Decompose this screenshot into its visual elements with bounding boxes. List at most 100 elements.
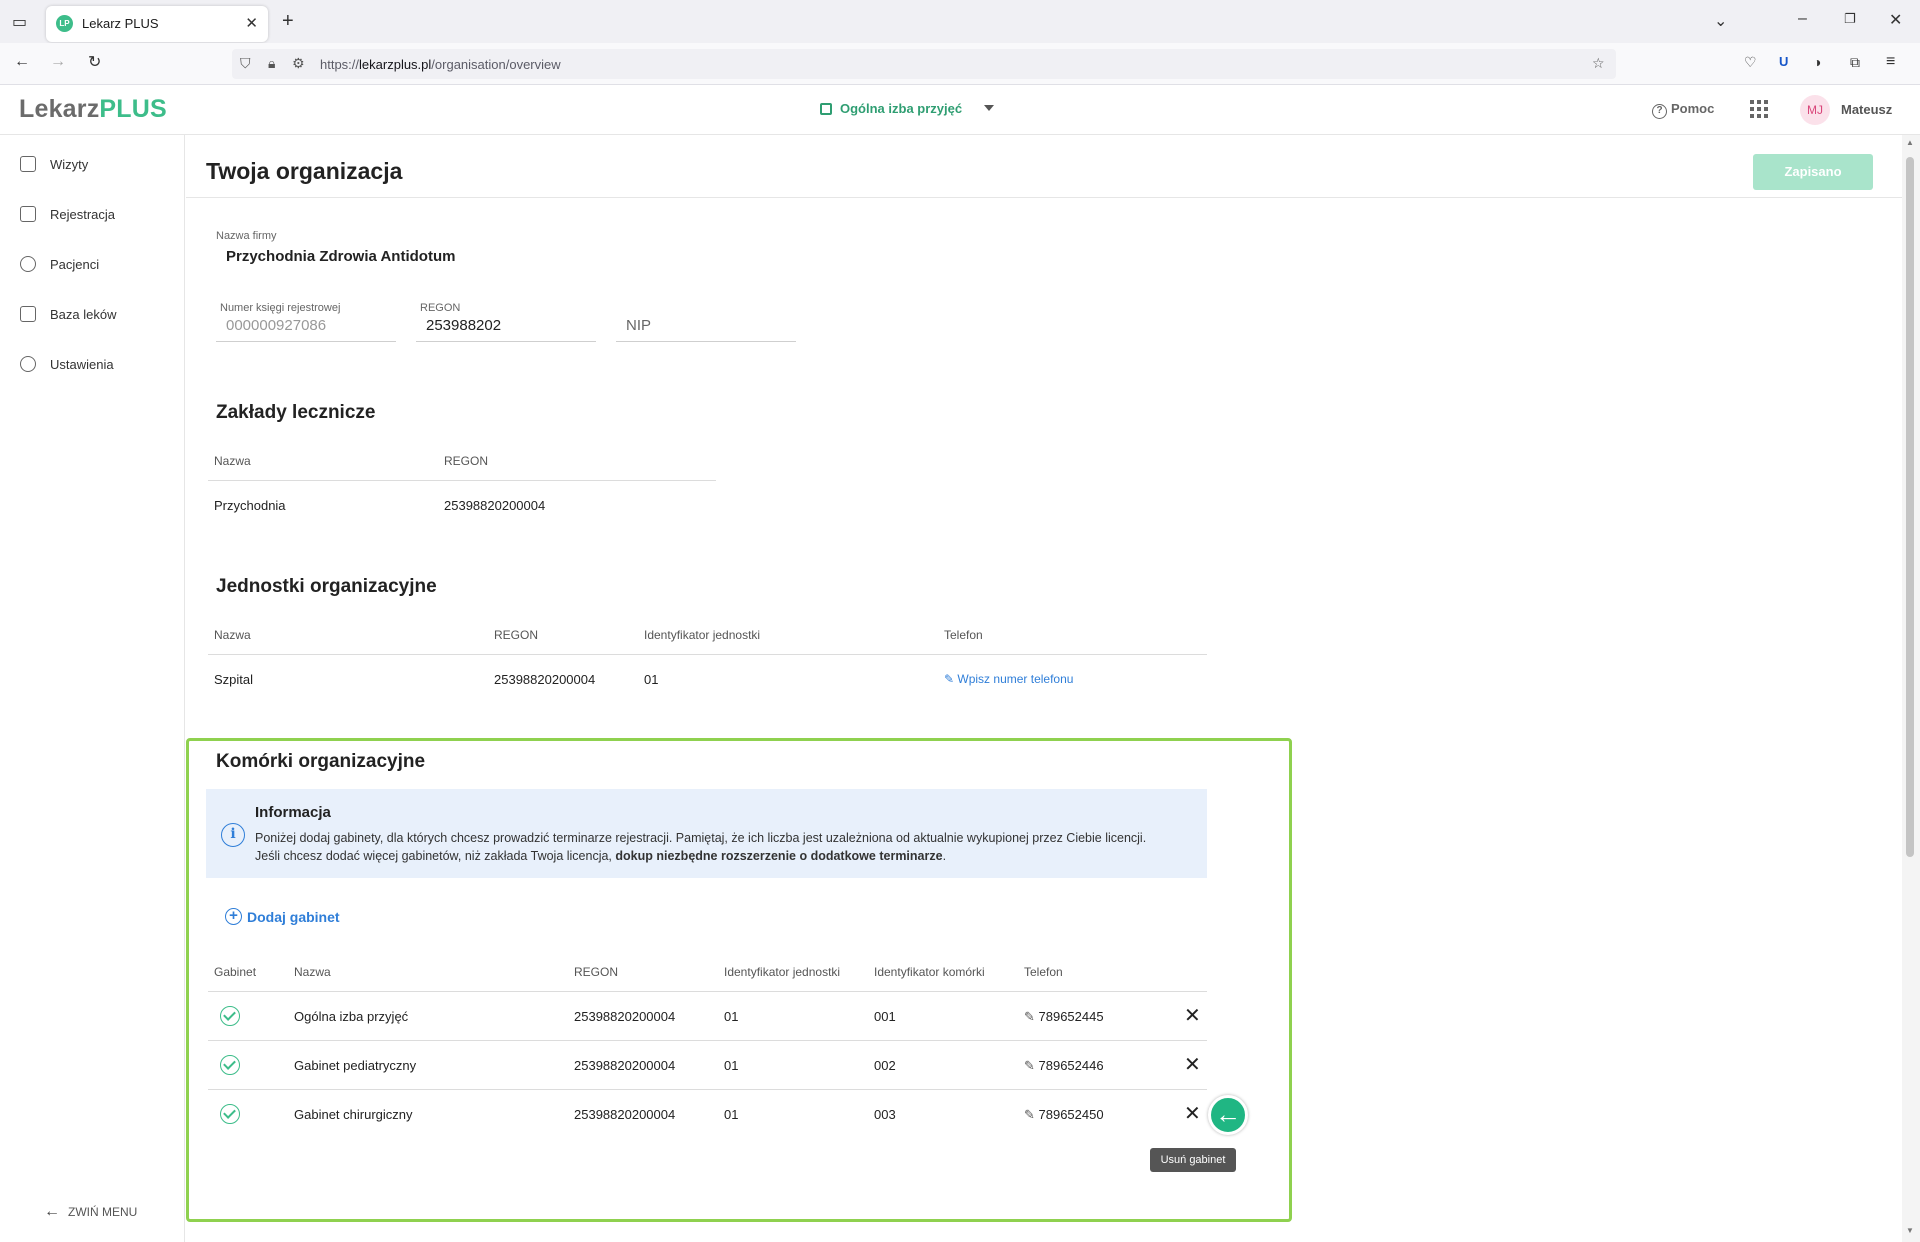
chevron-down-icon[interactable]: ⌄ xyxy=(1714,11,1727,31)
plus-circle-icon: + xyxy=(225,908,242,925)
unit-id: 01 xyxy=(644,672,659,687)
close-tab-icon[interactable]: ✕ xyxy=(245,14,258,32)
visits-icon xyxy=(20,156,36,172)
cell-unit-id: 01 xyxy=(724,1107,739,1122)
room-selector-label: Ogólna izba przyjęć xyxy=(840,101,963,116)
back-icon[interactable]: ← xyxy=(14,53,30,71)
regon-field[interactable]: 253988202 xyxy=(426,317,501,334)
pencil-icon: ✎ xyxy=(1024,1107,1039,1122)
cells-title: Komórki organizacyjne xyxy=(216,751,426,772)
company-name-value[interactable]: Przychodnia Zdrowia Antidotum xyxy=(226,248,455,265)
info-text: Poniżej dodaj gabinety, dla których chce… xyxy=(255,831,1147,863)
units-header-regon: REGON xyxy=(494,628,539,642)
room-active-check-icon[interactable] xyxy=(220,1006,240,1026)
facility-name: Przychodnia xyxy=(214,498,286,513)
facility-regon: 25398820200004 xyxy=(444,498,546,513)
puzzle-icon[interactable]: ⧉ xyxy=(1850,54,1860,71)
add-room-button[interactable]: + Dodaj gabinet xyxy=(225,908,340,925)
pencil-icon: ✎ xyxy=(1024,1058,1039,1073)
nip-field[interactable]: NIP xyxy=(626,317,651,334)
info-title: Informacja xyxy=(255,804,331,821)
cell-phone[interactable]: ✎ 789652445 xyxy=(1024,1009,1104,1025)
browser-tab-bar: ▭ LP Lekarz PLUS ✕ + ⌄ – ❐ ✕ xyxy=(0,0,1920,43)
cell-phone[interactable]: ✎ 789652446 xyxy=(1024,1058,1104,1074)
collapse-menu-button[interactable]: ← ZWIŃ MENU xyxy=(44,1203,137,1221)
register-number-field: 000000927086 xyxy=(226,317,327,334)
url-bar[interactable]: ⛉ 🔒︎ ⚙ https://lekarzplus.pl/organisatio… xyxy=(232,49,1616,79)
page-header: Twoja organizacja Zapisano xyxy=(186,135,1902,198)
units-title: Jednostki organizacyjne xyxy=(216,576,437,597)
shield-icon: ⛉ xyxy=(240,55,251,71)
room-active-check-icon[interactable] xyxy=(220,1055,240,1075)
pocket-icon[interactable]: ♡ xyxy=(1744,54,1757,71)
info-box: i Informacja Poniżej dodaj gabinety, dla… xyxy=(206,789,1207,878)
tab-list-icon[interactable]: ▭ xyxy=(12,12,27,32)
scrollbar-thumb[interactable] xyxy=(1906,157,1914,857)
minimize-icon[interactable]: – xyxy=(1798,10,1807,28)
app-logo[interactable]: LekarzPLUS xyxy=(19,95,167,124)
sidebar-item-visits[interactable]: Wizyty xyxy=(20,152,88,176)
cells-header-regon: REGON xyxy=(574,965,619,979)
password-manager-icon[interactable]: U xyxy=(1779,54,1788,69)
units-header-name: Nazwa xyxy=(214,628,251,642)
scroll-up-icon[interactable]: ▲ xyxy=(1906,138,1914,147)
cell-id: 002 xyxy=(874,1058,896,1073)
nip-underline xyxy=(616,341,796,342)
info-icon: i xyxy=(221,823,245,847)
sidebar-item-medicines[interactable]: Baza leków xyxy=(20,302,116,326)
room-selector[interactable]: Ogólna izba przyjęć xyxy=(820,101,995,116)
help-link[interactable]: ? Pomoc xyxy=(1652,101,1714,119)
cell-name: Ogólna izba przyjęć xyxy=(294,1009,409,1024)
logo-text-a: Lekarz xyxy=(19,95,100,123)
cell-id: 001 xyxy=(874,1009,896,1024)
url-text: https://lekarzplus.pl/organisation/overv… xyxy=(320,57,561,72)
remove-room-button[interactable]: ✕ xyxy=(1184,1006,1201,1026)
sidebar-item-patients[interactable]: Pacjenci xyxy=(20,252,99,276)
forward-icon[interactable]: → xyxy=(50,53,66,71)
reload-icon[interactable]: ↻ xyxy=(88,52,101,72)
app-header: LekarzPLUS Ogólna izba przyjęć ? Pomoc MJ… xyxy=(0,85,1920,135)
units-header-unit-id: Identyfikator jednostki xyxy=(644,628,761,642)
cells-header-name: Nazwa xyxy=(294,965,331,979)
caret-down-icon xyxy=(984,105,995,111)
register-number-underline xyxy=(216,341,396,342)
room-active-check-icon[interactable] xyxy=(220,1104,240,1124)
cell-id: 003 xyxy=(874,1107,896,1122)
unit-regon: 25398820200004 xyxy=(494,672,596,687)
user-name[interactable]: Mateusz xyxy=(1841,102,1892,117)
remove-room-button[interactable]: ✕ xyxy=(1184,1055,1201,1075)
favicon-icon: LP xyxy=(56,15,73,32)
units-header-phone: Telefon xyxy=(944,628,983,642)
avatar[interactable]: MJ xyxy=(1800,95,1830,125)
sidebar-item-settings[interactable]: Ustawienia xyxy=(20,352,114,376)
remove-room-tooltip: Usuń gabinet xyxy=(1150,1148,1236,1172)
browser-nav-bar: ← → ↻ ⛉ 🔒︎ ⚙ https://lekarzplus.pl/organ… xyxy=(0,43,1920,85)
restore-icon[interactable]: ❐ xyxy=(1844,11,1856,27)
menu-icon[interactable]: ≡ xyxy=(1886,53,1895,71)
browser-tab[interactable]: LP Lekarz PLUS ✕ xyxy=(46,6,268,42)
bookmark-star-icon[interactable]: ☆ xyxy=(1592,55,1605,72)
company-name-label: Nazwa firmy xyxy=(216,230,277,242)
extension-icon[interactable]: ◑ xyxy=(1813,54,1821,70)
window-close-icon[interactable]: ✕ xyxy=(1889,10,1902,30)
unit-phone-link[interactable]: ✎ Wpisz numer telefonu xyxy=(944,672,1073,686)
pencil-icon: ✎ xyxy=(1024,1009,1039,1024)
apps-grid-icon[interactable] xyxy=(1750,100,1768,118)
lock-icon: 🔒︎ xyxy=(268,55,276,71)
cell-phone[interactable]: ✎ 789652450 xyxy=(1024,1107,1104,1123)
sidebar-item-registration[interactable]: Rejestracja xyxy=(20,202,115,226)
cell-name: Gabinet pediatryczny xyxy=(294,1058,417,1073)
save-button[interactable]: Zapisano xyxy=(1753,154,1873,190)
remove-room-button[interactable]: ✕ xyxy=(1184,1104,1201,1124)
scroll-down-icon[interactable]: ▼ xyxy=(1906,1226,1914,1235)
cell-unit-id: 01 xyxy=(724,1009,739,1024)
register-number-label: Numer księgi rejestrowej xyxy=(220,302,341,314)
new-tab-icon[interactable]: + xyxy=(282,10,294,33)
cells-divider xyxy=(208,991,1207,992)
gear-icon xyxy=(20,356,36,372)
regon-underline xyxy=(416,341,596,342)
cell-unit-id: 01 xyxy=(724,1058,739,1073)
facilities-header-regon: REGON xyxy=(444,454,489,468)
calendar-icon xyxy=(820,103,832,115)
permissions-icon: ⚙ xyxy=(292,55,305,71)
